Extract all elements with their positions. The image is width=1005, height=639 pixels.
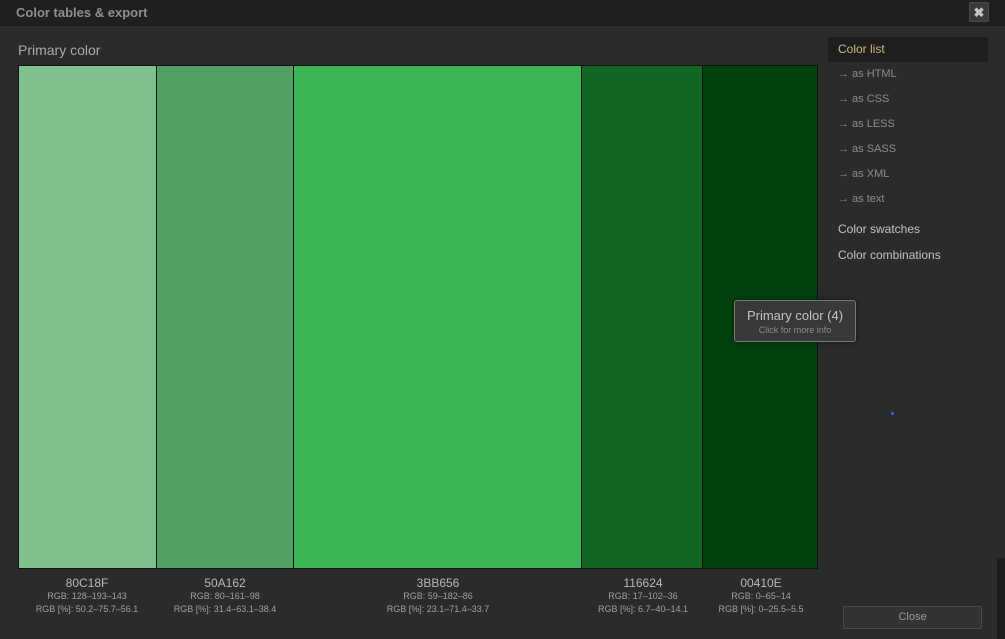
sidebar-item-as-xml[interactable]: → as XML — [828, 162, 988, 187]
scrollbar[interactable] — [997, 558, 1005, 639]
swatch-rgb: RGB: 128–193–143 — [47, 591, 127, 601]
swatch-rgb: RGB: 80–161–98 — [190, 591, 260, 601]
tooltip-subtitle: Click for more info — [758, 325, 832, 335]
color-swatch-1[interactable] — [19, 66, 157, 568]
window-title: Color tables & export — [16, 5, 148, 20]
swatch-info-row: 80C18F RGB: 128–193–143 RGB [%]: 50.2–75… — [18, 576, 818, 616]
swatch-info: 50A162 RGB: 80–161–98 RGB [%]: 31.4–63.1… — [156, 576, 294, 616]
swatch-hex: 116624 — [623, 576, 663, 590]
color-swatch-strip — [18, 65, 818, 569]
sidebar-item-as-html[interactable]: → as HTML — [828, 62, 988, 87]
swatch-tooltip[interactable]: Primary color (4) Click for more info — [734, 300, 856, 342]
tooltip-title: Primary color (4) — [746, 308, 844, 323]
swatch-rgb: RGB: 17–102–36 — [608, 591, 678, 601]
swatch-rgb: RGB: 59–182–86 — [403, 591, 473, 601]
swatch-rgb-percent: RGB [%]: 31.4–63.1–38.4 — [173, 604, 277, 614]
marker-dot — [891, 412, 894, 415]
swatch-hex: 50A162 — [204, 576, 246, 590]
swatch-info: 80C18F RGB: 128–193–143 RGB [%]: 50.2–75… — [18, 576, 156, 616]
swatch-rgb-percent: RGB [%]: 0–25.5–5.5 — [718, 604, 804, 614]
swatch-info: 00410E RGB: 0–65–14 RGB [%]: 0–25.5–5.5 — [704, 576, 818, 616]
close-button[interactable]: Close — [843, 606, 982, 629]
sidebar-item-as-text[interactable]: → as text — [828, 187, 988, 212]
swatch-hex: 00410E — [740, 576, 782, 590]
swatch-rgb: RGB: 0–65–14 — [731, 591, 791, 601]
color-swatch-3[interactable] — [294, 66, 582, 568]
swatch-hex: 80C18F — [65, 576, 109, 590]
sidebar-item-as-sass[interactable]: → as SASS — [828, 137, 988, 162]
color-swatch-2[interactable] — [156, 66, 295, 568]
swatch-rgb-percent: RGB [%]: 23.1–71.4–33.7 — [386, 604, 490, 614]
swatch-info: 3BB656 RGB: 59–182–86 RGB [%]: 23.1–71.4… — [294, 576, 582, 616]
color-swatch-4[interactable] — [581, 66, 704, 568]
swatch-hex: 3BB656 — [416, 576, 460, 590]
export-sidebar: Color list → as HTML → as CSS → as LESS … — [828, 37, 988, 268]
swatch-info: 116624 RGB: 17–102–36 RGB [%]: 6.7–40–14… — [582, 576, 704, 616]
sidebar-item-color-combinations[interactable]: Color combinations — [828, 242, 988, 268]
sidebar-item-as-less[interactable]: → as LESS — [828, 112, 988, 137]
section-title: Primary color — [18, 42, 101, 58]
sidebar-item-as-css[interactable]: → as CSS — [828, 87, 988, 112]
sidebar-item-color-list[interactable]: Color list — [828, 37, 988, 62]
sidebar-item-color-swatches[interactable]: Color swatches — [828, 216, 988, 242]
swatch-rgb-percent: RGB [%]: 50.2–75.7–56.1 — [35, 604, 139, 614]
title-bar: Color tables & export ✖ — [0, 0, 1005, 26]
swatch-rgb-percent: RGB [%]: 6.7–40–14.1 — [597, 604, 689, 614]
close-icon[interactable]: ✖ — [969, 2, 989, 22]
